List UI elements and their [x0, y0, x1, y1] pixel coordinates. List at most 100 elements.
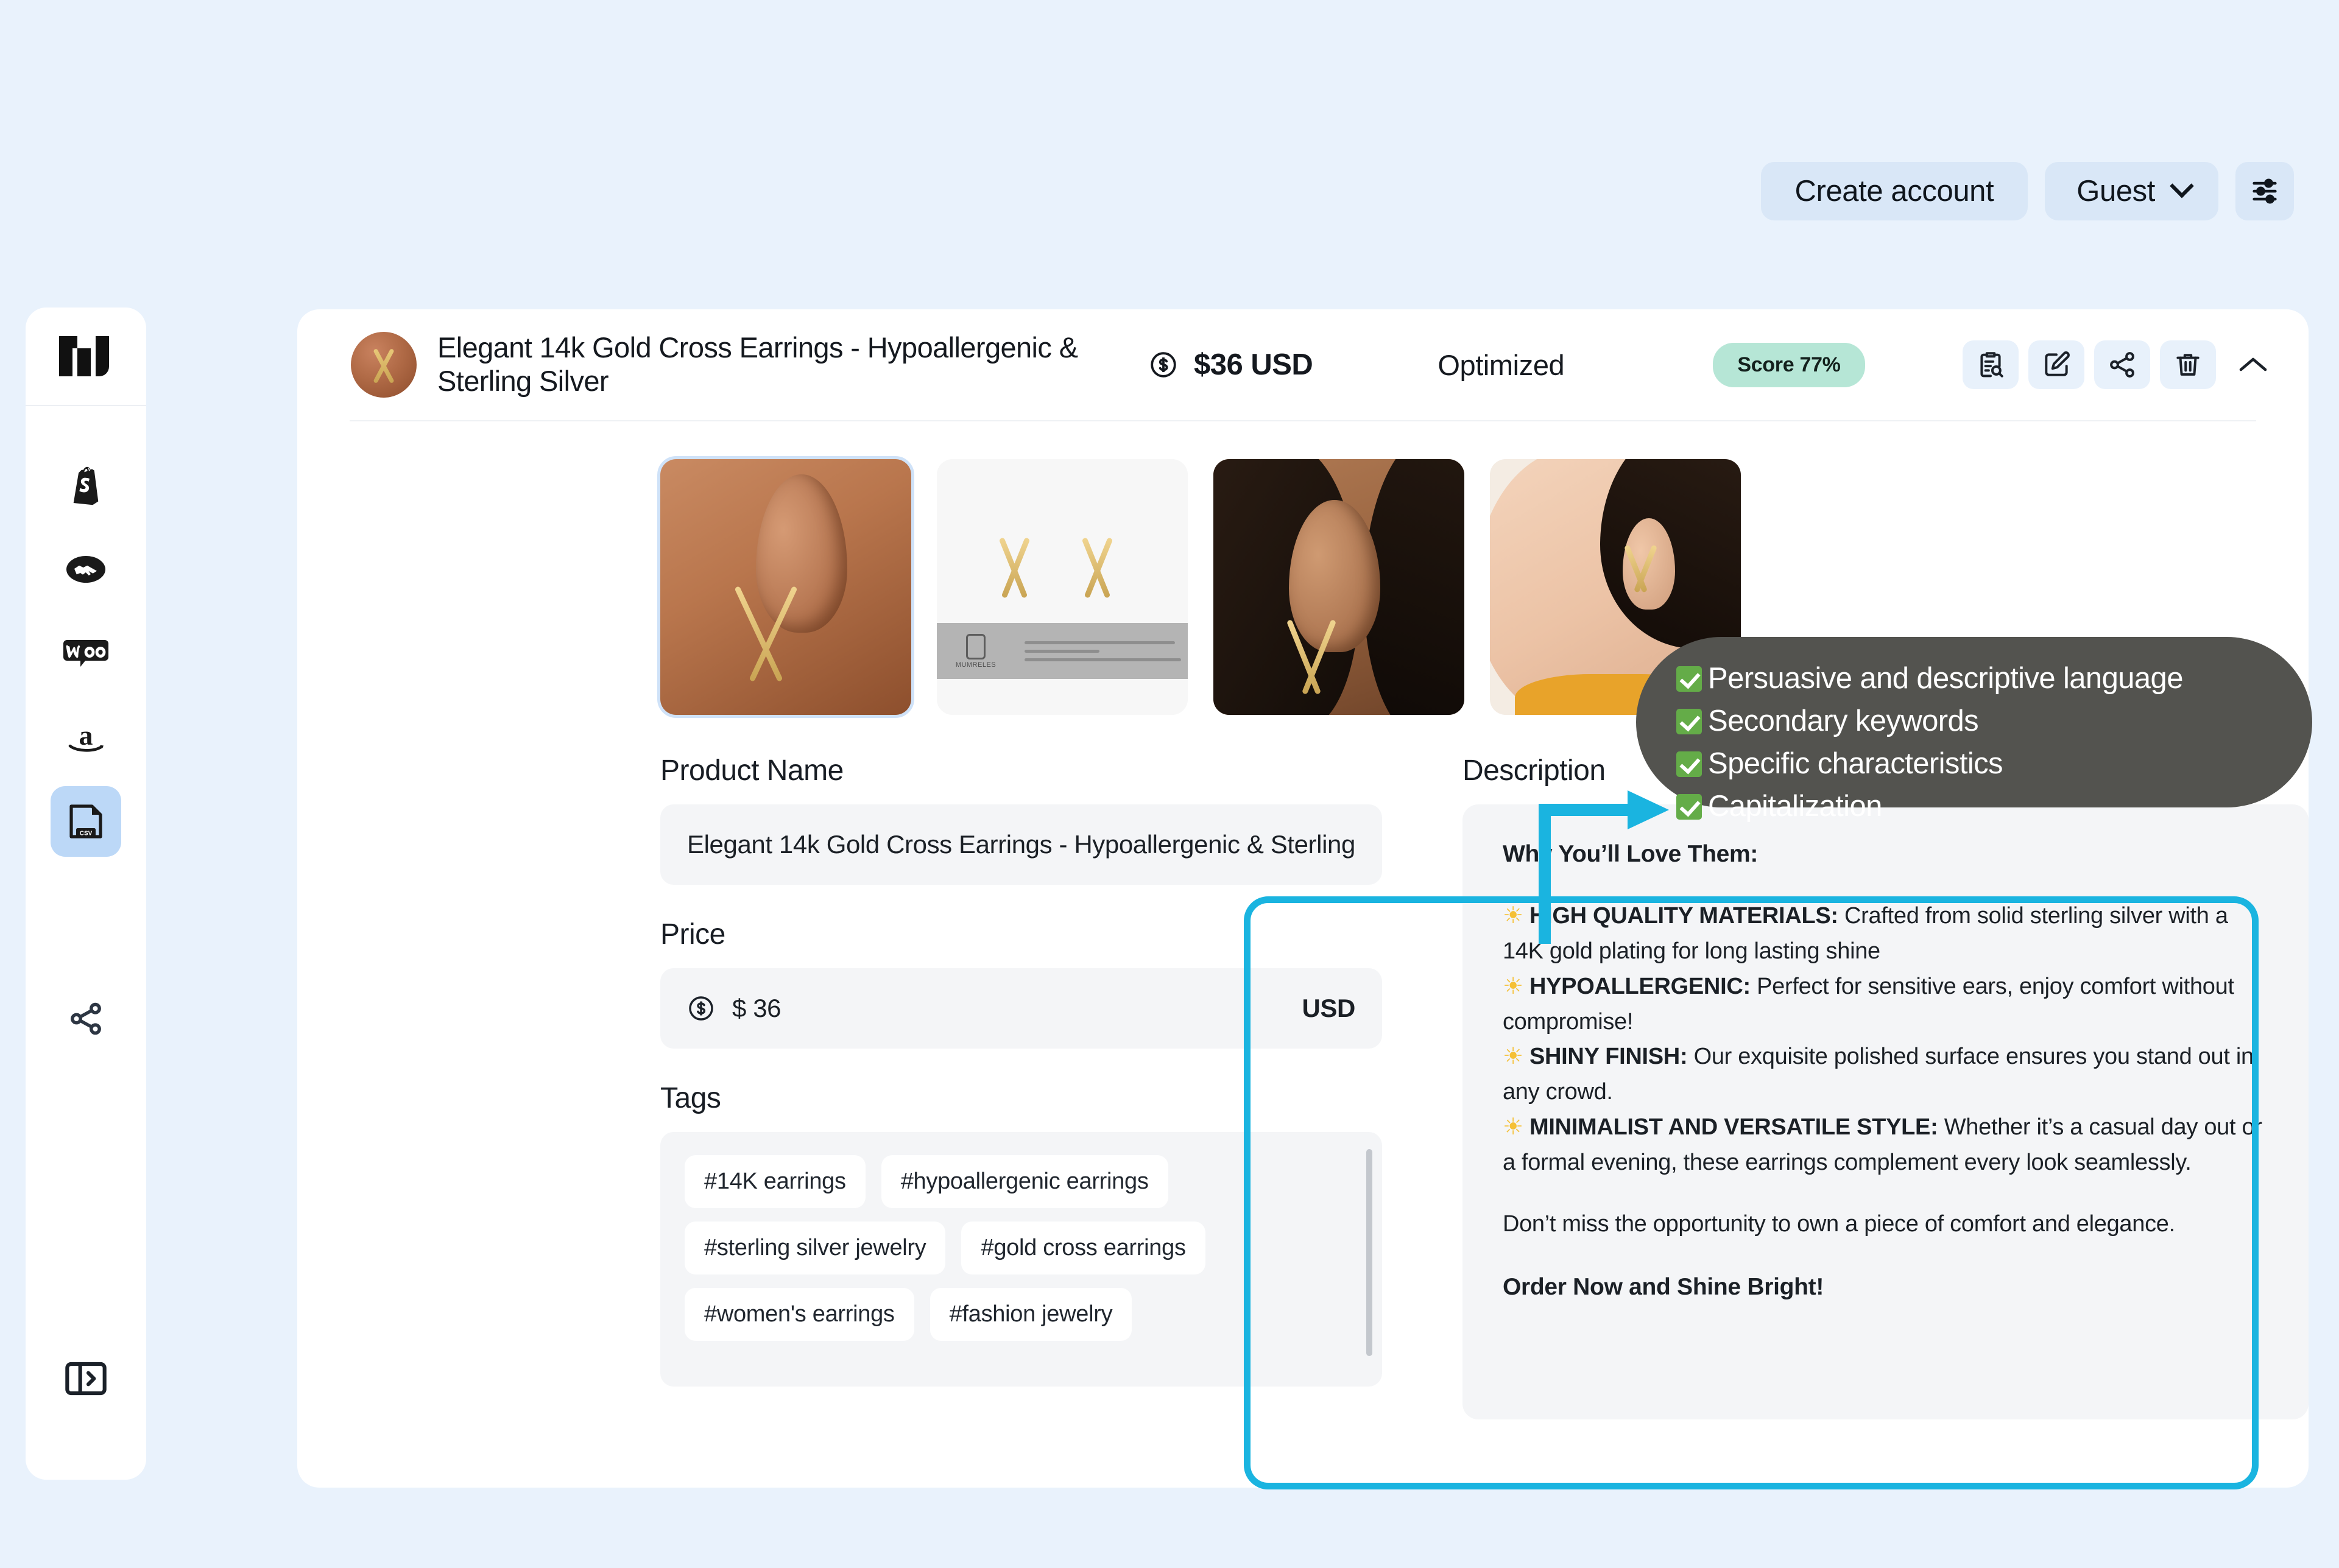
description-bullet: ☀ MINIMALIST AND VERSATILE STYLE: Whethe…: [1503, 1110, 2272, 1181]
bullet-title: MINIMALIST AND VERSATILE STYLE:: [1529, 1114, 1938, 1140]
share-button[interactable]: [2094, 340, 2150, 389]
tags-container: #14K earrings #hypoallergenic earrings #…: [660, 1132, 1382, 1387]
product-spec-card: MUMRELES: [937, 623, 1188, 680]
checklist-item: Secondary keywords: [1676, 706, 2312, 736]
bullet-title: HYPOALLERGENIC:: [1529, 973, 1751, 999]
price-left-group: $ 36: [687, 994, 781, 1023]
header-price: $36 USD: [1149, 348, 1313, 382]
list-item[interactable]: #gold cross earrings: [961, 1222, 1205, 1274]
product-name-input[interactable]: Elegant 14k Gold Cross Earrings - Hypoal…: [660, 804, 1382, 885]
sidebar-channel-list: a CSV: [51, 406, 121, 857]
checklist-label: Specific characteristics: [1708, 747, 2003, 780]
sun-icon: ☀: [1502, 1044, 1523, 1070]
sidebar-collapse-wrap: [51, 1343, 121, 1414]
checklist-label: Secondary keywords: [1708, 705, 1979, 737]
annotation-tooltip: Persuasive and descriptive language Seco…: [1636, 637, 2312, 821]
guest-menu-button[interactable]: Guest: [2045, 162, 2218, 220]
csv-file-icon: CSV: [69, 804, 102, 838]
list-item[interactable]: #women's earrings: [685, 1288, 914, 1341]
sun-icon: ☀: [1502, 1114, 1523, 1140]
list-item[interactable]: #sterling silver jewelry: [685, 1222, 946, 1274]
status-badge: Score 77%: [1713, 342, 1865, 387]
description-bullet: ☀ HYPOALLERGENIC: Perfect for sensitive …: [1503, 969, 2272, 1040]
create-account-button[interactable]: Create account: [1760, 162, 2028, 220]
audit-button[interactable]: [1963, 340, 2019, 389]
thumb-model-ear-side[interactable]: [1213, 459, 1464, 715]
woo-icon: [63, 640, 108, 667]
thumb-ear-closeup[interactable]: [657, 456, 914, 718]
collapse-button[interactable]: [2226, 340, 2281, 389]
checklist-label: Persuasive and descriptive language: [1708, 662, 2183, 695]
create-account-label: Create account: [1794, 175, 1994, 208]
delete-button[interactable]: [2160, 340, 2216, 389]
status-label: Optimized: [1438, 348, 1565, 381]
description-bullet: ☀ SHINY FINISH: Our exquisite polished s…: [1503, 1039, 2272, 1110]
sidebar-item-share[interactable]: [51, 983, 121, 1054]
sidebar-tools: [51, 940, 121, 1054]
chevron-down-icon: [2170, 174, 2194, 199]
guest-label: Guest: [2076, 175, 2155, 208]
handshake-icon: [66, 556, 105, 583]
checklist-item: Specific characteristics: [1676, 749, 2312, 779]
list-item[interactable]: #hypoallergenic earrings: [881, 1155, 1168, 1208]
dollar-circle-icon: [689, 996, 713, 1021]
top-bar: Create account Guest: [1760, 162, 2294, 220]
card-actions: [1963, 340, 2281, 389]
share-icon: [2110, 352, 2134, 378]
bullet-title: HIGH QUALITY MATERIALS:: [1529, 903, 1838, 929]
price-value: $ 36: [732, 994, 781, 1022]
pencil-edit-icon: [2045, 351, 2070, 376]
thumb-product-pair-spec[interactable]: MUMRELES: [937, 459, 1188, 715]
sidebar-item-woocommerce[interactable]: [51, 618, 121, 689]
sun-icon: ☀: [1502, 973, 1523, 999]
description-bullet: ☀ HIGH QUALITY MATERIALS: Crafted from s…: [1503, 899, 2272, 969]
check-icon: [1676, 793, 1702, 820]
list-item[interactable]: #fashion jewelry: [930, 1288, 1132, 1341]
svg-text:a: a: [79, 720, 93, 751]
checklist-item: Persuasive and descriptive language: [1676, 664, 2312, 694]
dollar-circle-icon: [1151, 352, 1176, 378]
header-price-value: $36 USD: [1194, 348, 1313, 381]
product-card-header: Elegant 14k Gold Cross Earrings - Hypoal…: [297, 309, 2309, 420]
sidebar-item-csv[interactable]: CSV: [51, 786, 121, 857]
price-label: Price: [660, 918, 725, 951]
sidebar-item-collapse[interactable]: [51, 1343, 121, 1414]
shopify-icon: [73, 466, 99, 505]
description-closing: Don’t miss the opportunity to own a piec…: [1502, 1211, 2175, 1237]
share-icon: [71, 1002, 101, 1035]
app-root: Create account Guest a CSV Elegant 14k G…: [0, 0, 2339, 1568]
description-heading: Why You’ll Love Them:: [1502, 841, 1759, 867]
checklist-label: Capitalization: [1708, 790, 1882, 823]
sidebar: a CSV: [26, 308, 146, 1480]
bullet-title: SHINY FINISH:: [1529, 1044, 1688, 1070]
list-item[interactable]: #14K earrings: [685, 1155, 866, 1208]
check-icon: [1676, 751, 1702, 777]
tags-scrollbar[interactable]: [1366, 1149, 1372, 1356]
amazon-icon: a: [68, 720, 104, 752]
sliders-icon: [2253, 178, 2277, 204]
edit-button[interactable]: [2028, 340, 2084, 389]
page-title: Elegant 14k Gold Cross Earrings - Hypoal…: [437, 331, 1078, 397]
check-icon: [1676, 666, 1702, 692]
settings-button[interactable]: [2235, 162, 2294, 220]
tags-label: Tags: [660, 1082, 721, 1114]
panel-toggle-icon: [65, 1362, 107, 1396]
trash-icon: [2176, 354, 2200, 376]
sidebar-item-amazon[interactable]: a: [51, 702, 121, 773]
tags-list: #14K earrings #hypoallergenic earrings #…: [685, 1155, 1358, 1341]
description-input[interactable]: Why You’ll Love Them: ☀ HIGH QUALITY MAT…: [1462, 804, 2309, 1419]
sun-icon: ☀: [1502, 903, 1523, 929]
app-logo[interactable]: [26, 308, 146, 405]
product-name-label: Product Name: [660, 754, 844, 787]
form-right-column: Description Why You’ll Love Them: ☀ HIGH…: [1462, 754, 2309, 1419]
description-cta: Order Now and Shine Bright!: [1502, 1274, 1824, 1301]
price-input[interactable]: $ 36 USD: [660, 968, 1382, 1049]
brand-mark: MUMRELES: [937, 623, 1015, 679]
sidebar-item-alibaba[interactable]: [51, 534, 121, 605]
price-currency: USD: [1302, 994, 1355, 1022]
sidebar-item-shopify[interactable]: [51, 450, 121, 521]
checklist-item: Capitalization: [1676, 792, 2312, 821]
spec-lines: [1015, 641, 1188, 661]
avatar: [351, 332, 417, 398]
svg-text:CSV: CSV: [80, 831, 93, 837]
